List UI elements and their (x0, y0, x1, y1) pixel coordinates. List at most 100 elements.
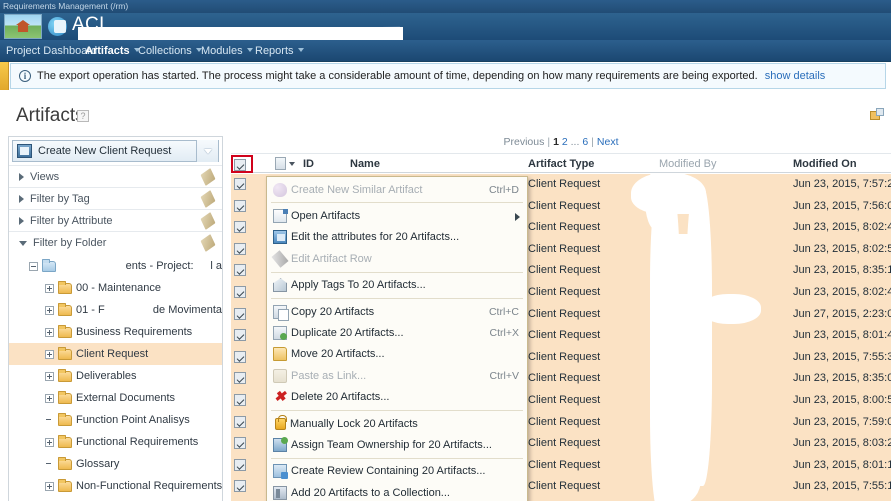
nav-item-artifacts[interactable]: Artifacts (85, 40, 140, 62)
menu-item-shortcut: Ctrl+X (489, 327, 519, 340)
row-checkbox[interactable] (234, 307, 246, 320)
tree-item-00-maintenance[interactable]: 00 - Maintenance (9, 277, 222, 299)
show-details-link[interactable]: show details (765, 70, 826, 82)
menu-item-label: Duplicate 20 Artifacts... (291, 327, 404, 340)
row-checkbox[interactable] (234, 458, 246, 471)
menu-item-create-review[interactable]: Create Review Containing 20 Artifacts... (267, 461, 527, 482)
tree-item-deliverables[interactable]: Deliverables (9, 365, 222, 387)
tree-item-client-request[interactable]: Client Request (9, 343, 222, 365)
folder-icon (58, 280, 72, 294)
edit-pencil-icon[interactable] (200, 190, 216, 208)
table-header-row: ID Name Artifact Type Modified By Modifi… (231, 153, 891, 173)
menu-item-copy-artifacts[interactable]: Copy 20 Artifacts Ctrl+C (267, 301, 527, 322)
row-checkbox[interactable] (234, 372, 246, 385)
expand-expander-icon[interactable] (45, 437, 54, 447)
pagination-previous[interactable]: Previous (504, 136, 545, 148)
expand-expander-icon[interactable] (45, 327, 54, 337)
menu-item-open-artifacts[interactable]: Open Artifacts (267, 205, 527, 226)
edit-pencil-icon[interactable] (200, 234, 216, 252)
expand-expander-icon[interactable] (45, 305, 54, 315)
tree-item-business-requirements[interactable]: Business Requirements (9, 321, 222, 343)
edit-pencil-icon[interactable] (200, 212, 216, 230)
column-header-id[interactable]: ID (303, 154, 314, 174)
menu-item-label: Copy 20 Artifacts (291, 305, 375, 318)
menu-item-add-to-collection[interactable]: Add 20 Artifacts to a Collection... (267, 482, 527, 501)
menu-item-edit-attributes[interactable]: Edit the attributes for 20 Artifacts... (267, 227, 527, 248)
create-new-client-request-button[interactable]: Create New Client Request (12, 140, 219, 162)
chevron-right-icon (515, 213, 520, 222)
menu-item-label: Delete 20 Artifacts... (291, 391, 390, 404)
row-checkbox[interactable] (234, 242, 246, 255)
expand-expander-icon[interactable] (45, 371, 54, 381)
tree-item-root[interactable]: ents - Project: l a (9, 255, 222, 277)
expand-expander-icon[interactable] (45, 393, 54, 403)
nav-item-project-dashboard[interactable]: Project Dashboard (6, 40, 97, 62)
pagination-page-6[interactable]: 6 (582, 136, 588, 148)
sidebar-section-filter-by-attribute[interactable]: Filter by Attribute (9, 209, 222, 231)
tree-item-01[interactable]: 01 - F de Movimenta (9, 299, 222, 321)
section-label: Filter by Attribute (30, 214, 113, 227)
menu-separator (271, 409, 523, 411)
pagination-next[interactable]: Next (597, 136, 619, 148)
column-header-name[interactable]: Name (350, 154, 380, 174)
tree-item-non-functional-requirements[interactable]: Non-Functional Requirements (9, 475, 222, 497)
column-header-modified-by[interactable]: Modified By (659, 154, 716, 174)
menu-item-manually-lock[interactable]: Manually Lock 20 Artifacts (267, 413, 527, 434)
row-checkbox[interactable] (234, 350, 246, 363)
pagination-page-2[interactable]: 2 (562, 136, 568, 148)
menu-item-delete-artifacts[interactable]: ✖ Delete 20 Artifacts... (267, 387, 527, 408)
expand-expander-icon[interactable] (45, 349, 54, 359)
column-header-artifact-type[interactable]: Artifact Type (528, 154, 594, 174)
menu-item-apply-tags[interactable]: Apply Tags To 20 Artifacts... (267, 275, 527, 296)
menu-item-paste-as-link: Paste as Link... Ctrl+V (267, 365, 527, 386)
menu-item-label: Apply Tags To 20 Artifacts... (291, 279, 426, 292)
folder-icon (58, 390, 72, 404)
collapse-expander-icon[interactable] (29, 261, 38, 271)
tree-item-project-structure[interactable]: Project Structure (9, 497, 222, 501)
menu-item-duplicate-artifacts[interactable]: Duplicate 20 Artifacts... Ctrl+X (267, 322, 527, 343)
row-checkbox[interactable] (234, 329, 246, 342)
cell-artifact-type: Client Request (528, 307, 601, 320)
menu-item-assign-team-ownership[interactable]: Assign Team Ownership for 20 Artifacts..… (267, 434, 527, 455)
expand-expander-icon[interactable] (45, 481, 54, 491)
page-tools-icon[interactable] (870, 108, 885, 122)
menu-item-move-artifacts[interactable]: Move 20 Artifacts... (267, 344, 527, 365)
tree-item-external-documents[interactable]: External Documents (9, 387, 222, 409)
create-button-dropdown[interactable] (196, 140, 218, 162)
sidebar-section-views[interactable]: Views (9, 165, 222, 187)
row-checkbox[interactable] (234, 393, 246, 406)
cell-modified-on: Jun 23, 2015, 8:03:22 (793, 437, 891, 450)
tree-item-label: 01 - F (76, 304, 105, 316)
tree-item-function-point-analisys[interactable]: Function Point Analisys (9, 409, 222, 431)
help-icon[interactable]: ? (77, 110, 89, 122)
nav-item-collections[interactable]: Collections (138, 40, 202, 62)
artifact-format-icon[interactable] (275, 157, 286, 170)
row-checkbox[interactable] (234, 199, 246, 212)
nav-item-modules[interactable]: Modules (201, 40, 253, 62)
menu-item-edit-artifact-row: Edit Artifact Row (267, 248, 527, 269)
row-checkbox[interactable] (234, 480, 246, 493)
row-checkbox[interactable] (234, 285, 246, 298)
chevron-right-icon (19, 172, 24, 181)
cell-modified-on: Jun 23, 2015, 8:00:53 (793, 393, 891, 406)
tree-item-label: Deliverables (76, 370, 137, 382)
row-checkbox[interactable] (234, 437, 246, 450)
sidebar-section-filter-by-tag[interactable]: Filter by Tag (9, 187, 222, 209)
pagination-page-1[interactable]: 1 (553, 136, 559, 148)
row-checkbox[interactable] (234, 221, 246, 234)
row-checkbox[interactable] (234, 178, 246, 190)
tree-item-glossary[interactable]: Glossary (9, 453, 222, 475)
nav-item-reports[interactable]: Reports (255, 40, 304, 62)
row-checkbox[interactable] (234, 264, 246, 277)
expand-expander-icon[interactable] (45, 283, 54, 293)
tree-item-functional-requirements[interactable]: Functional Requirements (9, 431, 222, 453)
home-icon[interactable] (4, 14, 42, 39)
cell-artifact-type: Client Request (528, 415, 601, 428)
folder-icon (58, 324, 72, 338)
column-header-modified-on[interactable]: Modified On (793, 154, 857, 174)
edit-pencil-icon[interactable] (200, 168, 216, 186)
row-checkbox[interactable] (234, 415, 246, 428)
cell-artifact-type: Client Request (528, 178, 601, 190)
sidebar-section-filter-by-folder[interactable]: Filter by Folder (9, 231, 222, 253)
chevron-down-icon[interactable] (289, 162, 295, 166)
